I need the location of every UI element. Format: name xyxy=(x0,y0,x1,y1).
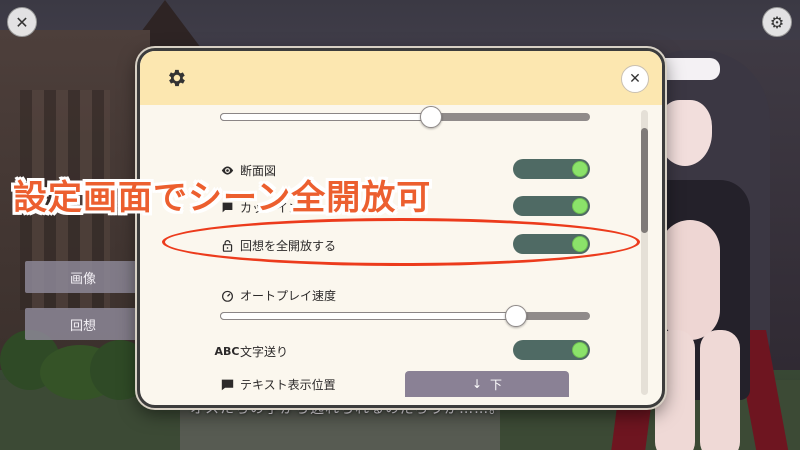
speedometer-icon xyxy=(220,289,234,303)
message-icon xyxy=(220,378,234,392)
close-game-button[interactable]: ✕ xyxy=(7,7,37,37)
recollection-button[interactable]: 回想 xyxy=(25,308,141,340)
settings-button[interactable]: ⚙ xyxy=(762,7,792,37)
dialog-close-button[interactable]: ✕ xyxy=(621,65,649,93)
autoplay-speed-label: オートプレイ速度 xyxy=(240,289,337,303)
overlay-caption: 設定画面でシーン全開放可 xyxy=(13,178,432,218)
text-advance-toggle[interactable] xyxy=(513,340,590,360)
settings-dialog-header: ✕ xyxy=(140,51,662,105)
abc-icon: ABC xyxy=(214,345,240,358)
scrollbar-thumb[interactable] xyxy=(641,128,648,233)
toggle-knob xyxy=(572,342,588,358)
close-icon: ✕ xyxy=(629,71,641,87)
cross-section-toggle[interactable] xyxy=(513,159,590,179)
gear-icon xyxy=(169,69,185,87)
text-advance-row: ABC 文字送り xyxy=(214,343,289,360)
slider-knob[interactable] xyxy=(420,106,442,128)
text-position-button[interactable]: ↓ 下 xyxy=(405,371,569,397)
arrow-down-icon: ↓ xyxy=(471,377,483,391)
text-position-row: テキスト表示位置 xyxy=(220,376,336,393)
cutin-message-toggle[interactable] xyxy=(513,196,590,216)
gallery-image-button[interactable]: 画像 xyxy=(25,261,141,293)
slider-knob[interactable] xyxy=(505,305,527,327)
text-position-label: テキスト表示位置 xyxy=(240,378,336,392)
toggle-knob xyxy=(572,198,588,214)
slider-fill xyxy=(220,113,431,121)
highlight-ring xyxy=(162,218,640,266)
gallery-image-label: 画像 xyxy=(69,271,96,287)
volume-slider[interactable] xyxy=(220,106,590,128)
autoplay-speed-row: オートプレイ速度 xyxy=(220,287,336,304)
text-position-value: 下 xyxy=(490,377,503,392)
autoplay-speed-slider[interactable] xyxy=(220,305,590,327)
toggle-knob xyxy=(572,161,588,177)
text-advance-label: 文字送り xyxy=(240,345,289,359)
close-icon: ✕ xyxy=(15,12,29,32)
settings-scrollbar[interactable] xyxy=(641,110,648,395)
slider-fill xyxy=(220,312,516,320)
gear-icon: ⚙ xyxy=(769,12,785,32)
recollection-label: 回想 xyxy=(69,318,96,334)
